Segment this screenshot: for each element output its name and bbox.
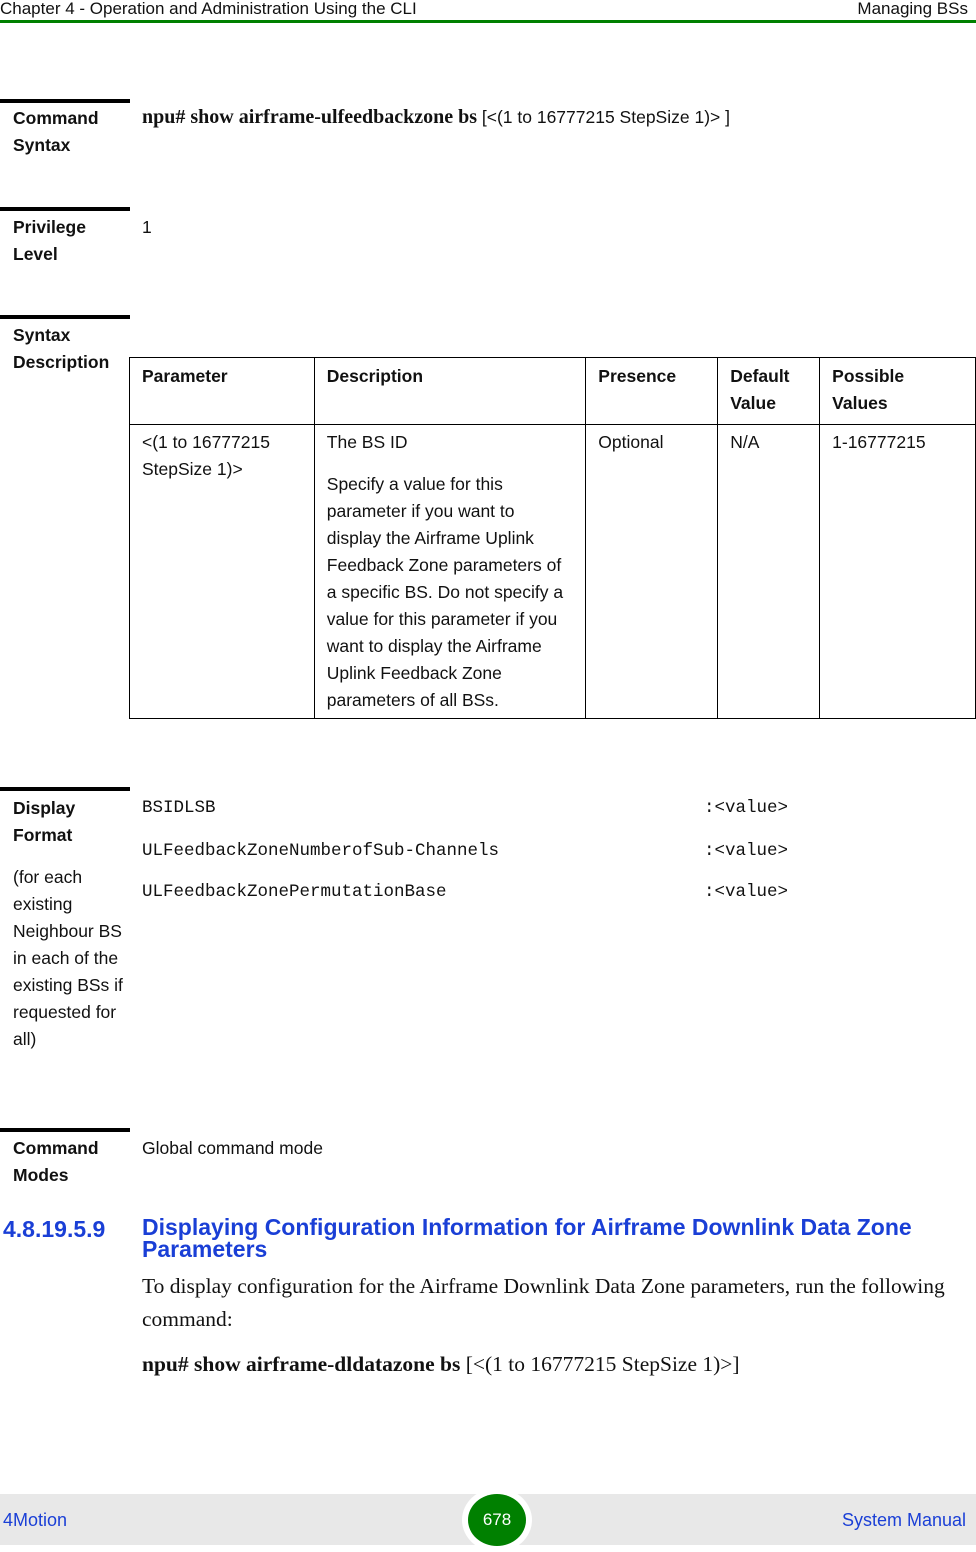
display-value: :<value> — [704, 798, 789, 818]
divider — [0, 315, 130, 319]
column-header: Description — [313, 357, 587, 425]
label-line: Format — [13, 825, 73, 845]
presence-cell: Optional — [585, 424, 719, 719]
display-key: ULFeedbackZoneNumberofSub-Channels — [142, 841, 500, 861]
page-header: Chapter 4 - Operation and Administration… — [0, 0, 976, 20]
section-body: To display configuration for the Airfram… — [142, 1274, 945, 1331]
section-number: 4.8.19.5.9 — [3, 1216, 106, 1242]
privilege-level-value: 1 — [142, 217, 152, 237]
command-text: npu# show airframe-ulfeedbackzone bs — [142, 106, 478, 128]
manual-name: System Manual — [841, 1510, 966, 1530]
display-format-note: (for each existing Neighbour BS in each … — [13, 867, 123, 1049]
syntax-description-label: Syntax Description — [13, 322, 109, 376]
label-line: Display — [13, 798, 76, 818]
column-header: Default Value — [717, 357, 821, 425]
display-format-label: Display Format — [13, 795, 75, 849]
parameter-table: Parameter Description Presence Default V… — [129, 357, 976, 719]
table-row: <(1 to 16777215 StepSize 1)> The BS ID S… — [129, 424, 976, 719]
privilege-level-label: Privilege Level — [13, 214, 86, 268]
display-value: :<value> — [704, 882, 789, 902]
section-name: Managing BSs — [857, 0, 968, 18]
page-footer: 4Motion 678 System Manual — [0, 1488, 976, 1552]
divider — [0, 787, 130, 791]
possible-values-cell: 1-16777215 — [819, 424, 976, 719]
command-argument: [<(1 to 16777215 StepSize 1)> ] — [477, 107, 730, 127]
display-line: BSIDLSB :<value> — [142, 795, 788, 822]
description-body: Specify a value for this parameter if yo… — [326, 474, 564, 710]
label-line: Modes — [13, 1165, 69, 1185]
divider — [0, 1128, 130, 1132]
section-command: npu# show airframe-dldatazone bs [<(1 to… — [142, 1349, 740, 1379]
command-text: npu# show airframe-dldatazone bs — [142, 1352, 461, 1376]
display-key: BSIDLSB — [142, 798, 216, 818]
command-modes-label: Command Modes — [13, 1135, 99, 1189]
label-line: Syntax — [13, 135, 71, 155]
column-header: Possible Values — [819, 357, 976, 425]
command-argument: [<(1 to 16777215 StepSize 1)>] — [460, 1352, 740, 1376]
divider — [0, 99, 130, 103]
description-title: The BS ID — [326, 432, 408, 452]
table-header-row: Parameter Description Presence Default V… — [129, 357, 976, 425]
product-name: 4Motion — [3, 1510, 68, 1530]
divider — [0, 207, 130, 211]
display-key: ULFeedbackZonePermutationBase — [142, 882, 447, 902]
display-line: ULFeedbackZoneNumberofSub-Channels :<valu… — [142, 838, 788, 865]
column-header: Parameter — [129, 357, 315, 425]
description-cell: The BS ID Specify a value for this param… — [313, 424, 587, 719]
command-syntax-label: Command Syntax — [13, 105, 99, 159]
command-syntax-value: npu# show airframe-ulfeedbackzone bs [<(… — [142, 104, 730, 131]
display-value: :<value> — [704, 841, 789, 861]
display-line: ULFeedbackZonePermutationBase :<value> — [142, 879, 788, 906]
section-title: Displaying Configuration Information for… — [142, 1214, 912, 1262]
label-line: Privilege — [13, 217, 86, 237]
parameter-cell: <(1 to 16777215 StepSize 1)> — [129, 424, 315, 719]
label-line: Description — [13, 352, 110, 372]
chapter-title: Chapter 4 - Operation and Administration… — [0, 0, 417, 18]
label-line: Command — [13, 1138, 99, 1158]
command-modes-value: Global command mode — [142, 1138, 323, 1158]
page-number: 678 — [468, 1494, 526, 1546]
label-line: Syntax — [13, 325, 71, 345]
default-value-cell: N/A — [717, 424, 821, 719]
label-line: Level — [13, 244, 58, 264]
column-header: Presence — [585, 357, 719, 425]
label-line: Command — [13, 108, 99, 128]
header-rule — [0, 20, 976, 23]
